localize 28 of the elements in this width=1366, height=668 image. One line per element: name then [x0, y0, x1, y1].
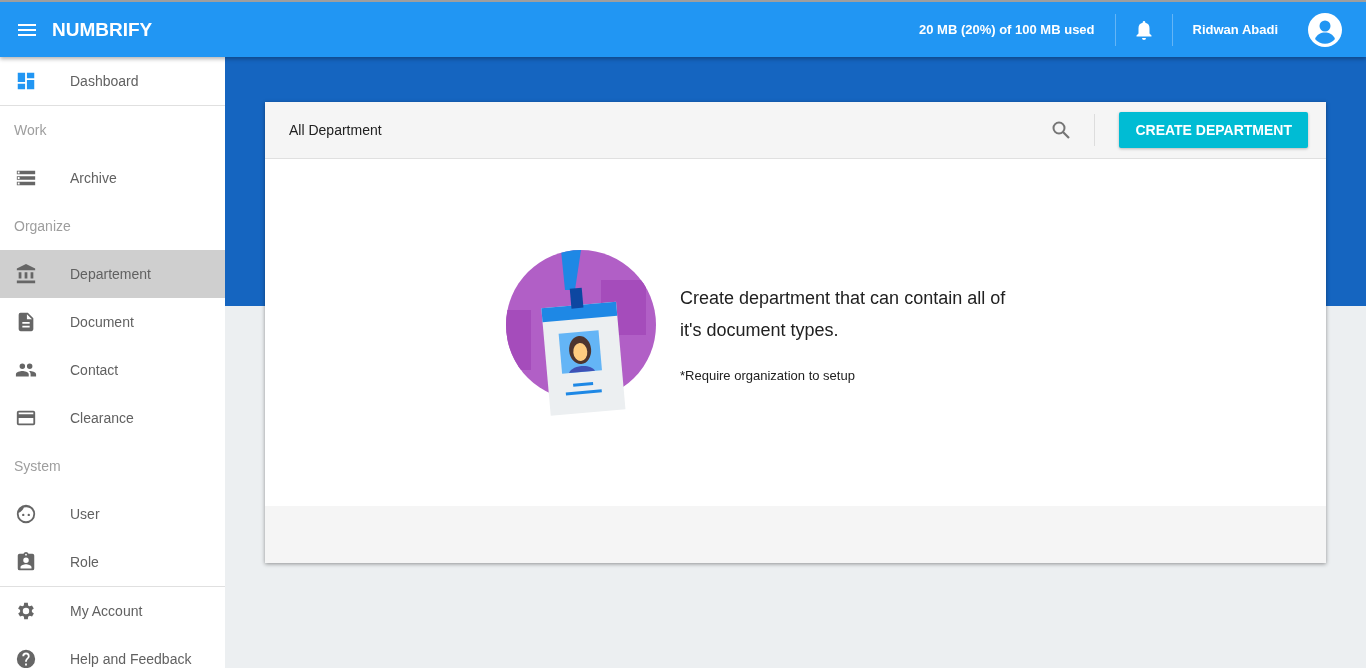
badge-icon — [15, 551, 37, 573]
sidebar-item[interactable]: My Account — [0, 587, 225, 635]
section-heading: System — [13, 457, 62, 476]
bank-icon — [15, 263, 37, 285]
gear-icon — [15, 600, 37, 622]
section-heading: Work — [13, 121, 48, 140]
search-icon[interactable] — [1052, 121, 1071, 139]
storage-usage: 20 MB (20%) of 100 MB used — [919, 22, 1095, 37]
sidebar-item[interactable]: Role — [0, 538, 225, 586]
section-heading: Organize — [13, 217, 72, 236]
sidebar-item[interactable]: Departement — [0, 250, 225, 298]
sidebar-item[interactable]: Clearance — [0, 394, 225, 442]
help-icon — [15, 648, 37, 668]
sidebar-item[interactable]: Help and Feedback — [0, 635, 225, 668]
sidebar-item[interactable]: User — [0, 490, 225, 538]
empty-state-message: Create department that can contain all of it's document types. — [680, 287, 1007, 342]
setup-note: *Require organization to setup — [680, 368, 856, 383]
face-icon — [15, 503, 37, 525]
menu-icon[interactable] — [18, 23, 36, 36]
sidebar-item[interactable]: Contact — [0, 346, 225, 394]
card-title: All Department — [289, 122, 382, 138]
sidebar-item[interactable]: Dashboard — [0, 57, 225, 105]
dashboard-icon — [15, 70, 37, 92]
app-logo-text: NUMBRIFY — [52, 18, 153, 41]
avatar-icon[interactable] — [1308, 12, 1342, 47]
sidebar-item[interactable]: Document — [0, 298, 225, 346]
sidebar-item[interactable]: Archive — [0, 154, 225, 202]
notification-bell-icon[interactable] — [1135, 19, 1152, 40]
